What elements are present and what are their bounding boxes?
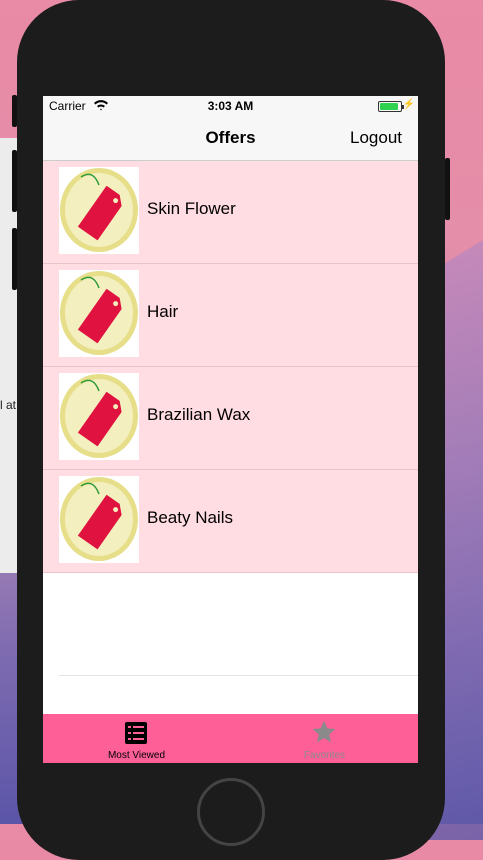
list-icon: [125, 722, 147, 744]
offers-list: Skin Flower Hair Brazilian Wax Beaty Nai…: [43, 161, 418, 676]
offer-row[interactable]: Beaty Nails: [43, 470, 418, 573]
offer-label: Brazilian Wax: [147, 405, 251, 424]
charging-icon: ⚡: [402, 99, 415, 110]
volume-down-button: [12, 228, 17, 290]
logout-button[interactable]: Logout: [350, 128, 402, 148]
offer-label: Hair: [147, 302, 179, 321]
price-tag-icon: [59, 270, 139, 357]
price-tag-icon: [59, 476, 139, 563]
price-tag-icon: [59, 167, 139, 254]
status-bar: Carrier 3:03 AM ⚡: [43, 96, 418, 116]
tab-bar: Most Viewed Favorites: [43, 714, 418, 763]
home-button[interactable]: [197, 778, 265, 846]
mute-switch: [12, 95, 17, 127]
star-icon: [312, 720, 336, 743]
battery-level: [380, 103, 398, 110]
volume-up-button: [12, 150, 17, 212]
offer-label: Beaty Nails: [147, 508, 233, 527]
empty-row: [59, 573, 418, 676]
tab-most-viewed[interactable]: Most Viewed: [43, 714, 230, 763]
tab-favorites[interactable]: Favorites: [231, 714, 418, 763]
background-window-text: l at: [0, 398, 17, 412]
offer-row[interactable]: Brazilian Wax: [43, 367, 418, 470]
tab-favorites-label: Favorites: [303, 750, 346, 761]
navigation-bar: Offers Logout: [43, 116, 418, 161]
offer-label: Skin Flower: [147, 199, 236, 218]
status-time: 3:03 AM: [207, 99, 254, 113]
tab-most-viewed-label: Most Viewed: [107, 750, 166, 761]
power-button: [445, 158, 450, 220]
offer-row[interactable]: Skin Flower: [43, 161, 418, 264]
battery-icon: [378, 101, 404, 112]
app-screen: Carrier 3:03 AM ⚡ Offers Logout Skin Flo…: [43, 96, 418, 763]
offer-row[interactable]: Hair: [43, 264, 418, 367]
price-tag-icon: [59, 373, 139, 460]
